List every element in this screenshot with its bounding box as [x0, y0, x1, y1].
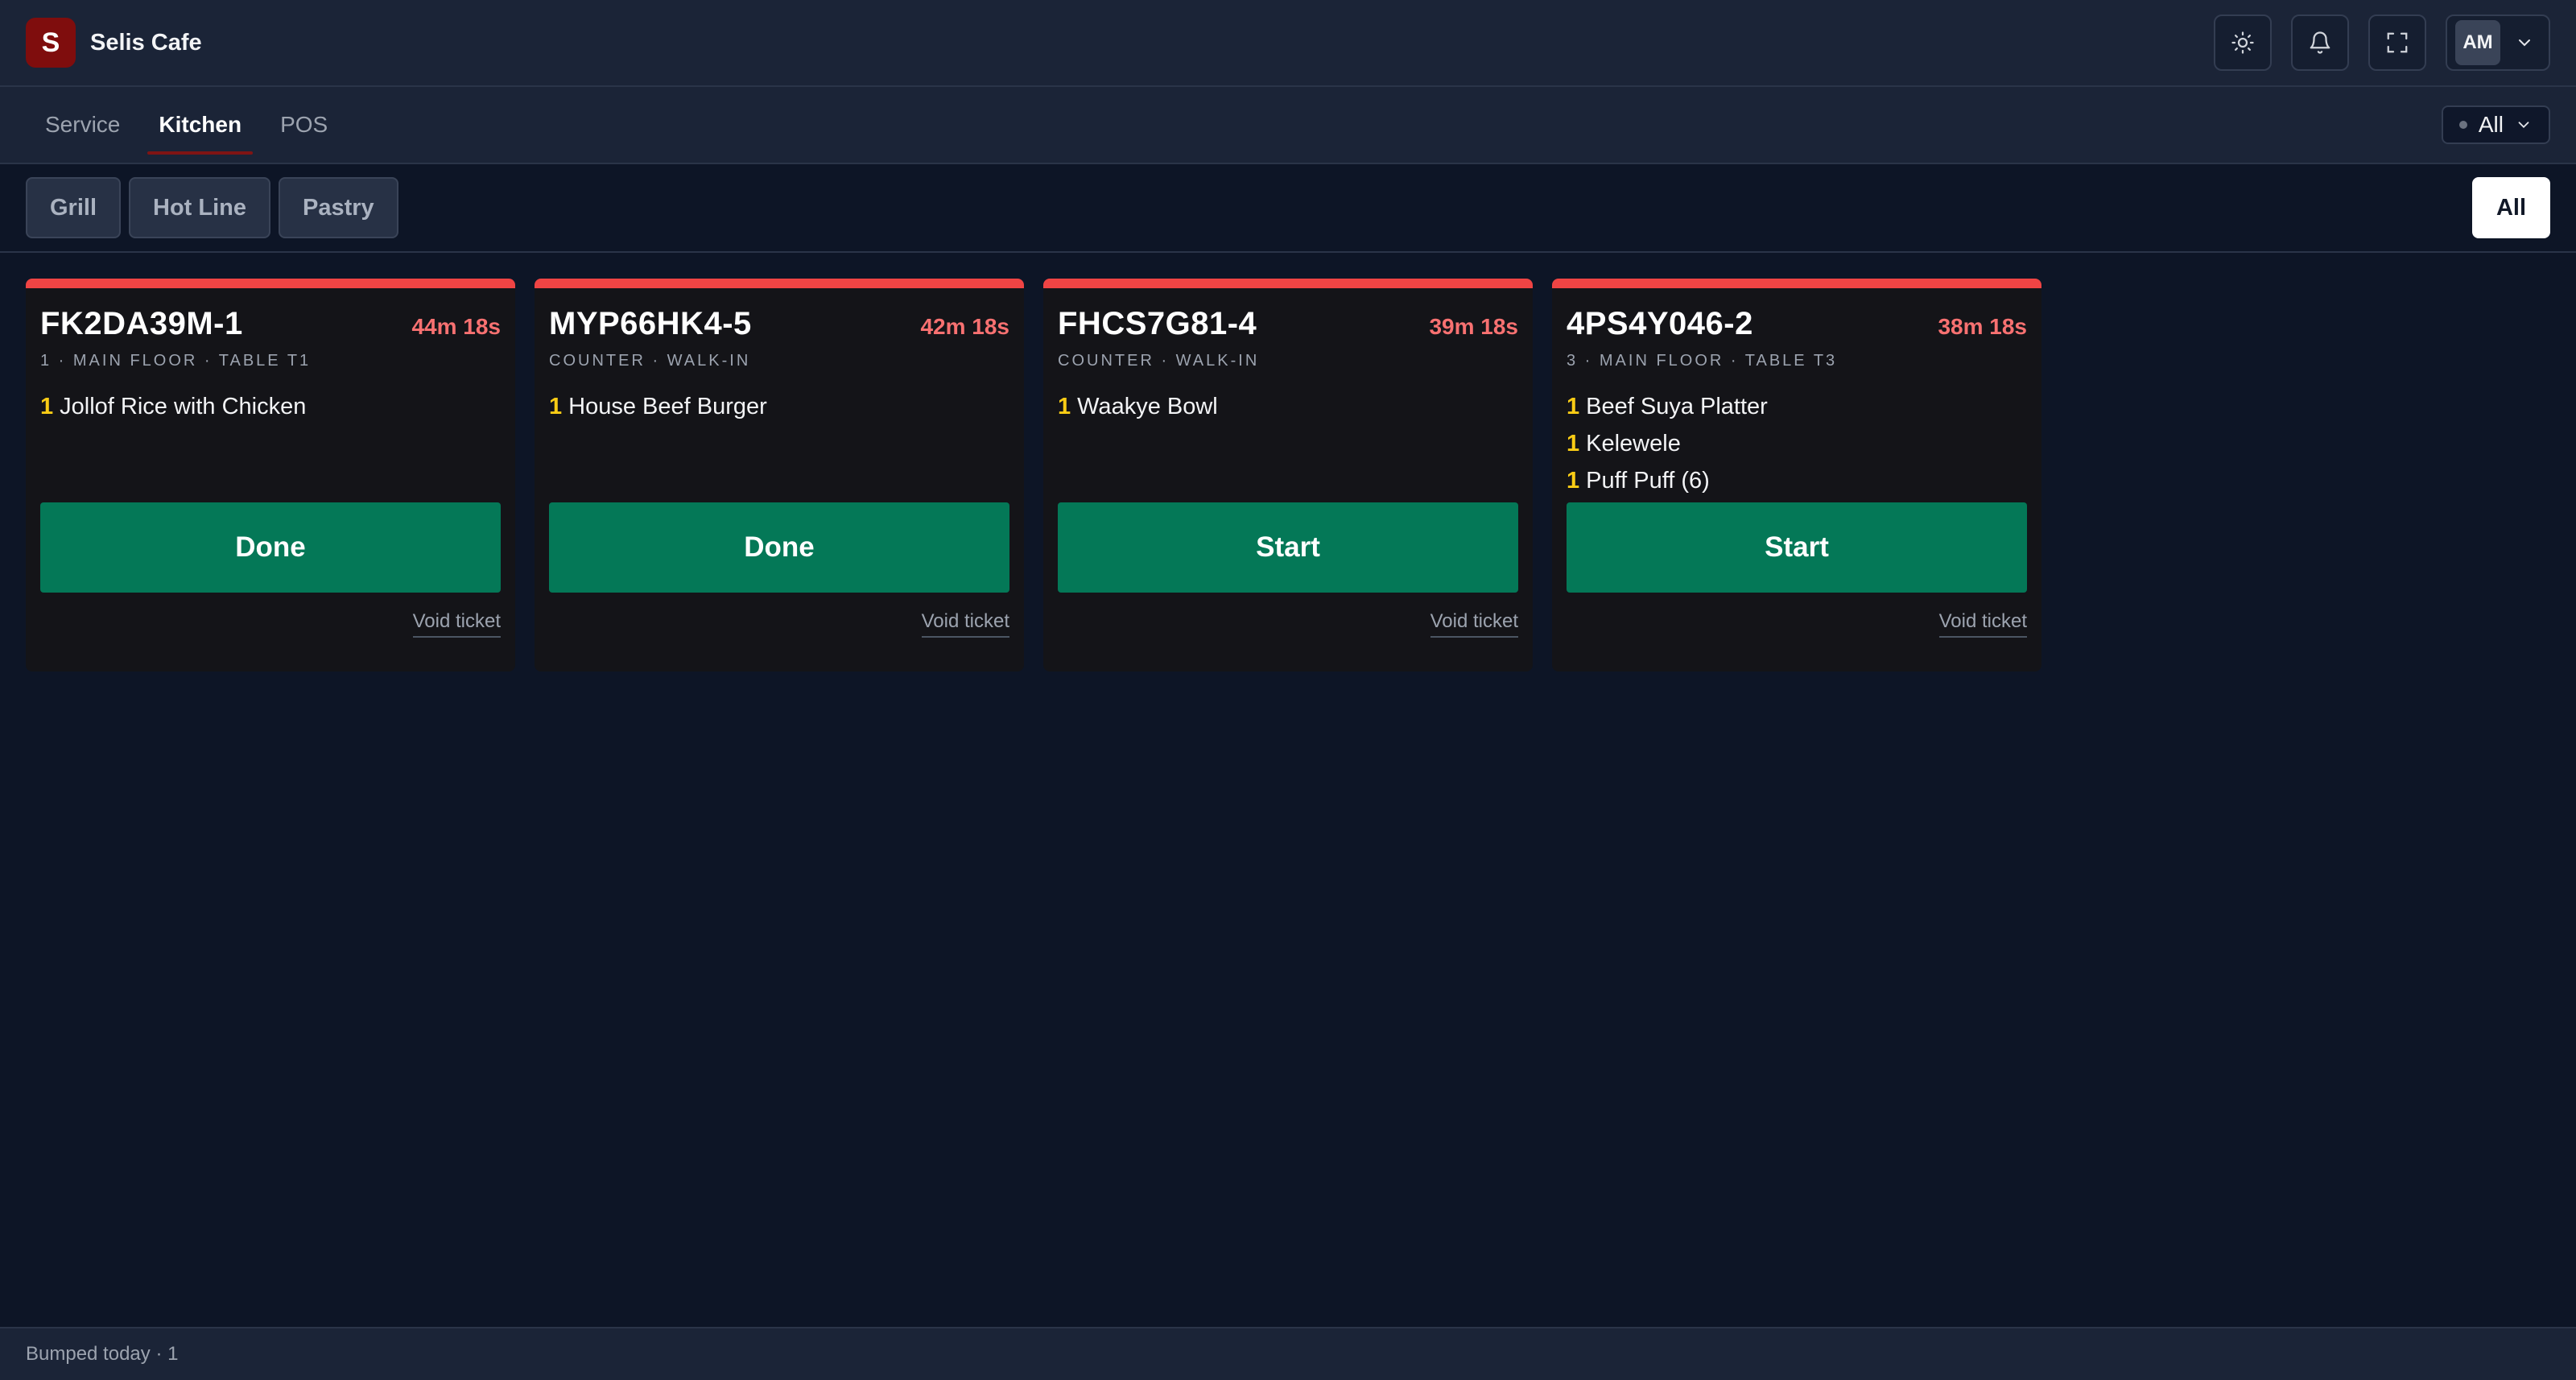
ticket-item: 1 Jollof Rice with Chicken — [40, 388, 501, 425]
brand-name: Selis Cafe — [90, 29, 202, 56]
ticket-meta: COUNTER · WALK-IN — [1058, 352, 1260, 370]
start-button[interactable]: Start — [1058, 502, 1518, 593]
ticket-card: MYP66HK4-5 42m 18s COUNTER · WALK-IN 1 Ho… — [535, 279, 1024, 671]
brand: S Selis Cafe — [26, 18, 202, 68]
app-header: S Selis Cafe AM — [0, 0, 2576, 87]
void-row: Void ticket — [1567, 610, 2027, 638]
tab-pos[interactable]: POS — [261, 87, 347, 163]
ticket-timer: 38m 18s — [1938, 314, 2027, 339]
ticket-meta: COUNTER · WALK-IN — [549, 352, 751, 370]
station-grill-button[interactable]: Grill — [26, 177, 122, 238]
status-dot — [2458, 121, 2467, 129]
ticket-id: FHCS7G81-4 — [1058, 306, 1257, 341]
ticket-items: 1 Beef Suya Platter 1 Kelewele 1 Puff Puff … — [1567, 388, 2027, 502]
void-ticket-link[interactable]: Void ticket — [1430, 610, 1518, 638]
ticket-id: FK2DA39M-1 — [40, 306, 243, 341]
status-footer: Bumped today · 1 — [0, 1327, 2576, 1380]
ticket-card: FK2DA39M-1 44m 18s 1 · MAIN FLOOR · TABL… — [26, 279, 515, 671]
ticket-items: 1 Jollof Rice with Chicken — [40, 388, 501, 502]
ticket-id: 4PS4Y046-2 — [1567, 306, 1753, 341]
start-button[interactable]: Start — [1567, 502, 2027, 593]
item-qty: 1 — [1567, 394, 1580, 419]
station-bar: Grill Hot Line Pastry All — [0, 164, 2576, 253]
ticket-items: 1 Waakye Bowl — [1058, 388, 1518, 502]
item-qty: 1 — [549, 394, 563, 419]
item-name: Kelewele — [1586, 431, 1681, 457]
ticket-grid: FK2DA39M-1 44m 18s 1 · MAIN FLOOR · TABL… — [0, 253, 2576, 671]
tab-kitchen[interactable]: Kitchen — [139, 87, 261, 163]
bell-icon — [2310, 31, 2330, 54]
header-actions: AM — [2214, 14, 2550, 71]
void-ticket-link[interactable]: Void ticket — [412, 610, 501, 638]
ticket-item: 1 House Beef Burger — [549, 388, 1009, 425]
item-name: House Beef Burger — [568, 394, 767, 419]
fullscreen-button[interactable] — [2368, 14, 2426, 71]
chevron-down-icon — [2519, 39, 2530, 47]
ticket-timer: 39m 18s — [1429, 314, 1518, 339]
item-name: Waakye Bowl — [1077, 394, 1218, 419]
item-name: Beef Suya Platter — [1586, 394, 1768, 419]
notifications-button[interactable] — [2291, 14, 2349, 71]
done-button[interactable]: Done — [40, 502, 501, 593]
avatar: AM — [2455, 20, 2500, 65]
filter-value: All — [2478, 112, 2504, 137]
bumped-count: Bumped today · 1 — [26, 1343, 179, 1365]
main-nav: Service Kitchen POS All — [0, 87, 2576, 164]
item-qty: 1 — [40, 394, 54, 419]
ticket-meta: 1 · MAIN FLOOR · TABLE T1 — [40, 352, 312, 370]
ticket-meta: 3 · MAIN FLOOR · TABLE T3 — [1567, 352, 1838, 370]
ticket-items: 1 House Beef Burger — [549, 388, 1009, 502]
void-row: Void ticket — [40, 610, 501, 638]
ticket-header: MYP66HK4-5 42m 18s — [549, 306, 1009, 342]
void-ticket-link[interactable]: Void ticket — [921, 610, 1009, 638]
item-name: Jollof Rice with Chicken — [60, 394, 307, 419]
done-button[interactable]: Done — [549, 502, 1009, 593]
void-row: Void ticket — [549, 610, 1009, 638]
ticket-card: FHCS7G81-4 39m 18s COUNTER · WALK-IN 1 Wa… — [1043, 279, 1533, 671]
theme-toggle-button[interactable] — [2214, 14, 2272, 71]
fullscreen-icon — [2387, 32, 2408, 53]
user-menu-button[interactable]: AM — [2446, 14, 2550, 71]
ticket-item: 1 Waakye Bowl — [1058, 388, 1518, 425]
ticket-item: 1 Kelewele — [1567, 425, 2027, 462]
nav-tabs: Service Kitchen POS — [26, 87, 347, 163]
ticket-item: 1 Puff Puff (6) — [1567, 462, 2027, 499]
sun-icon — [2231, 31, 2254, 54]
ticket-header: 4PS4Y046-2 38m 18s — [1567, 306, 2027, 342]
brand-logo: S — [26, 18, 76, 68]
ticket-header: FHCS7G81-4 39m 18s — [1058, 306, 1518, 342]
ticket-card: 4PS4Y046-2 38m 18s 3 · MAIN FLOOR · TABL… — [1552, 279, 2041, 671]
filter-select[interactable]: All — [2441, 105, 2550, 144]
station-hot-line-button[interactable]: Hot Line — [129, 177, 271, 238]
ticket-timer: 44m 18s — [411, 314, 501, 339]
item-qty: 1 — [1567, 468, 1580, 494]
station-pastry-button[interactable]: Pastry — [279, 177, 398, 238]
chevron-down-icon — [2518, 122, 2529, 129]
ticket-id: MYP66HK4-5 — [549, 306, 752, 341]
item-qty: 1 — [1567, 431, 1580, 457]
station-list: Grill Hot Line Pastry — [26, 177, 398, 238]
ticket-header: FK2DA39M-1 44m 18s — [40, 306, 501, 342]
tab-service[interactable]: Service — [26, 87, 139, 163]
item-qty: 1 — [1058, 394, 1071, 419]
void-ticket-link[interactable]: Void ticket — [1938, 610, 2027, 638]
item-name: Puff Puff (6) — [1586, 468, 1710, 494]
ticket-item: 1 Beef Suya Platter — [1567, 388, 2027, 425]
station-all-button[interactable]: All — [2471, 177, 2550, 238]
ticket-timer: 42m 18s — [920, 314, 1009, 339]
void-row: Void ticket — [1058, 610, 1518, 638]
